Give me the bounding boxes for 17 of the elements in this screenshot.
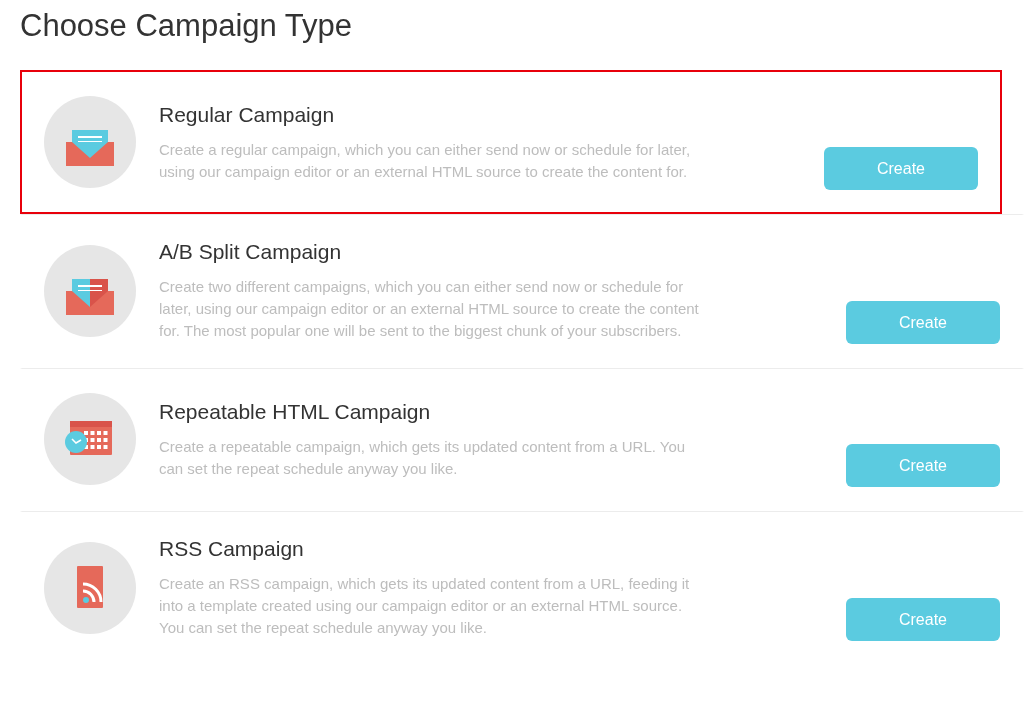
campaign-description: Create an RSS campaign, which gets its updated content from a URL, feeding it into a template created using our campaign editor or an external HTML source. You can set the repeat schedule anyway you like.: [159, 574, 691, 638]
campaign-title: A/B Split Campaign: [159, 239, 343, 265]
campaign-description: Create a repeatable campaign, which gets its updated content from a URL. You can set the repeat schedule anyway you like.: [159, 436, 687, 479]
campaign-title: RSS Campaign: [159, 536, 305, 562]
create-button[interactable]: Create: [846, 598, 1000, 641]
envelope-icon: [44, 244, 136, 337]
create-button[interactable]: Create: [846, 444, 1000, 487]
calendar-clock-icon: [44, 393, 136, 485]
page-title: Choose Campaign Type: [20, 7, 354, 45]
create-button[interactable]: Create: [824, 147, 978, 190]
rss-icon: [44, 541, 136, 634]
create-button[interactable]: Create: [846, 301, 1000, 344]
envelope-icon: [44, 96, 136, 188]
campaign-description: Create a regular campaign, which you can either send now or schedule for later, using our campaign editor or an external HTML source to create the content for.: [159, 139, 692, 182]
campaign-description: Create two different campaigns, which you can either send now or schedule for later, using our campaign editor or an external HTML source to create the content for. The most popular one will be sent to the biggest chunk of your subscribers.: [159, 277, 700, 341]
campaign-title: Repeatable HTML Campaign: [159, 398, 432, 425]
campaign-title: Regular Campaign: [159, 101, 336, 128]
